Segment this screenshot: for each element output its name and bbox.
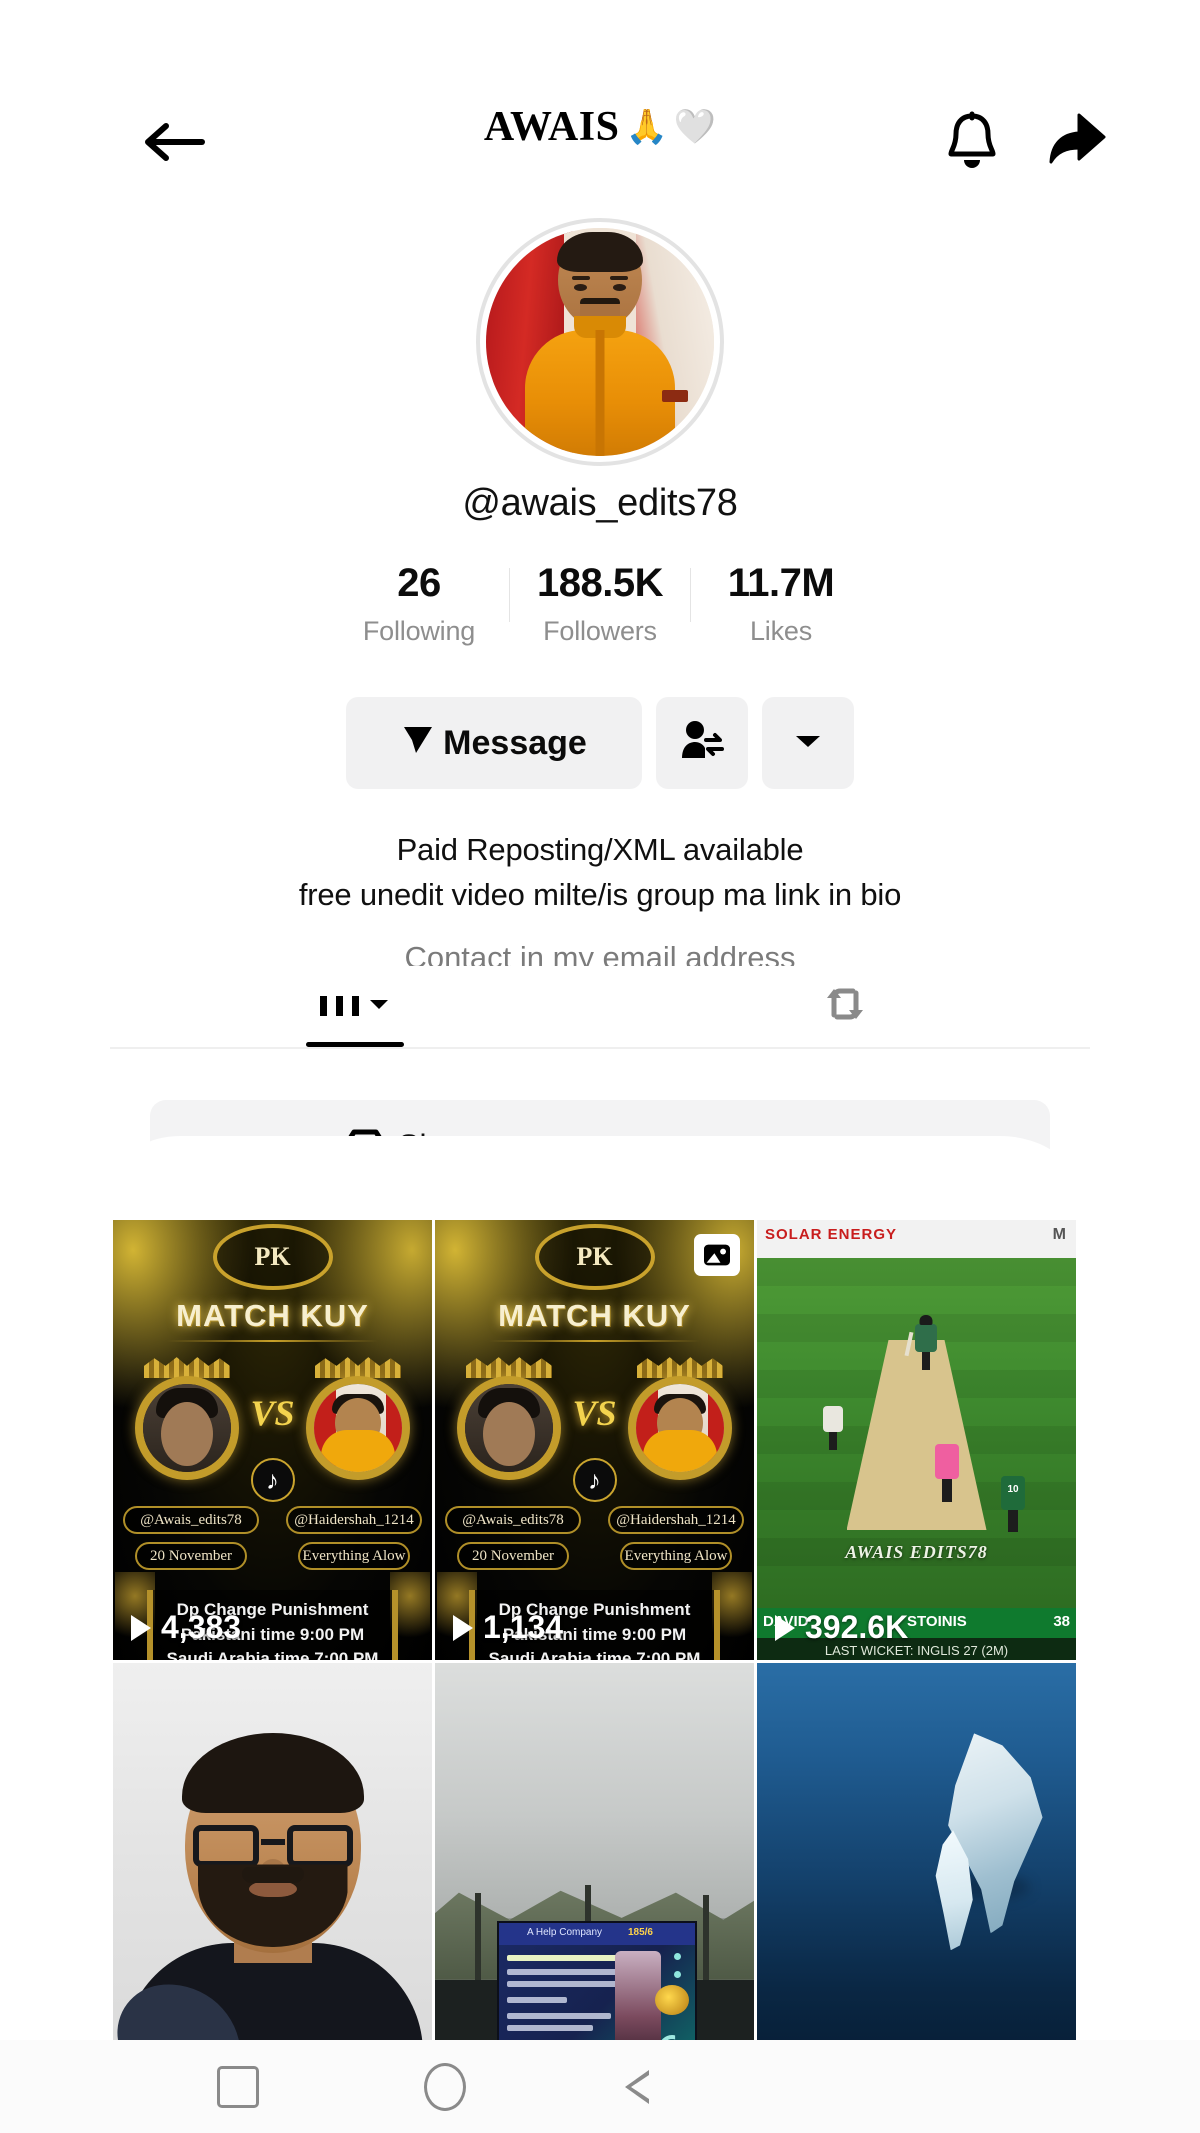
avatar[interactable] [476,218,724,466]
stat-value: 188.5K [537,561,663,605]
poster-crest: PK [534,1224,655,1290]
bio-line-3-clipped: Contact in my email address [0,940,1200,966]
scoreboard-title: A Help Company [527,1927,603,1938]
video-thumbnail[interactable]: PK MATCH KUY VS ♪ @Awais_edits78 @Haider… [435,1220,754,1660]
tiktok-note-icon: ♪ [250,1458,295,1502]
grid-icon [320,996,359,1016]
recents-square-icon[interactable] [217,2065,259,2108]
tab-reposts[interactable] [600,965,1090,1047]
poster-vs: VS [572,1393,617,1433]
poster-title: MATCH KUY [498,1298,691,1333]
repost-loop-icon [822,981,868,1032]
page-title: AWAIS 🙏 🤍 [0,106,1200,148]
profile-tabs [110,965,1090,1047]
poster-right-note: Everything Alow [298,1542,410,1570]
profile-actions: Message [0,697,1200,789]
scoreboard-score: 185/6 [627,1927,653,1938]
score-right: 38 [1053,1613,1070,1630]
tiktok-profile-screen: AWAIS 🙏 🤍 @awais_edits78 26 Following 18… [0,0,1200,2133]
video-thumbnail[interactable] [113,1663,432,2103]
poster-right-user: @Haidershah_1214 [608,1506,744,1534]
stat-likes[interactable]: 11.7M Likes [691,560,871,647]
stat-label: Following [362,616,476,646]
play-icon [131,1614,151,1641]
video-thumbnail[interactable]: SOLAR ENERGY M 10 AWAIS EDITS78 DAVID ST… [757,1220,1076,1660]
bio-line-3: Contact in my email address [404,940,796,966]
brand-name: AWAIS [483,104,620,150]
android-navigation-bar [0,2040,1200,2133]
message-button-label: Message [443,723,587,762]
profile-bio[interactable]: Paid Reposting/XML available free unedit… [0,828,1200,918]
video-watermark: AWAIS EDITS78 [845,1542,988,1562]
back-triangle-inner [631,2074,649,2099]
broadcast-logo-label: M [1052,1226,1066,1243]
poster-info-line: Saudi Arabia time 7:00 PM [166,1649,379,1660]
stat-value: 11.7M [727,561,835,605]
profile-stats: 26 Following 188.5K Followers 11.7M Like… [0,560,1200,647]
tab-videos[interactable] [110,965,600,1047]
view-count: 1,134 [453,1609,563,1646]
username: @awais_edits78 [462,482,738,524]
poster-title: MATCH KUY [176,1298,369,1333]
view-count-value: 392.6K [805,1609,909,1645]
view-count-value: 1,134 [483,1609,564,1645]
poster-right-note: Everything Alow [620,1542,732,1570]
video-thumbnail[interactable] [757,1663,1076,2103]
poster-vs: VS [250,1393,295,1433]
bell-icon[interactable] [944,110,1000,170]
home-circle-icon[interactable] [424,2062,466,2111]
view-count: 4,383 [131,1609,241,1646]
poster-crest: PK [212,1224,333,1290]
video-thumbnail[interactable]: A Help Company 185/6 [435,1663,754,2103]
score-mid: STOINIS [907,1613,967,1630]
play-icon [453,1614,473,1641]
poster-left-date: 20 November [135,1542,247,1570]
bio-line-1: Paid Reposting/XML available [396,832,804,867]
find-friends-button[interactable] [656,697,748,789]
poster-left-user: @Awais_edits78 [123,1506,259,1534]
more-options-button[interactable] [762,697,854,789]
chevron-down-icon [793,731,823,756]
pray-hands-icon: 🙏 [625,108,668,146]
poster-info-line: Saudi Arabia time 7:00 PM [488,1649,701,1660]
video-grid: PK MATCH KUY VS ♪ @Awais_edits78 @Haider… [113,1220,1088,2103]
tiktok-note-icon: ♪ [572,1458,617,1502]
send-icon [401,722,435,765]
share-arrow-icon[interactable] [1046,110,1108,168]
poster-left-user: @Awais_edits78 [445,1506,581,1534]
stat-following[interactable]: 26 Following [329,560,509,647]
user-swap-icon [679,718,725,769]
tabs-divider [110,1047,1090,1049]
view-count-value: 4,383 [161,1609,242,1645]
app-bar: AWAIS 🙏 🤍 [0,0,1200,200]
video-thumbnail[interactable]: PK MATCH KUY VS ♪ @Awais_edits78 @Haider… [113,1220,432,1660]
poster-right-user: @Haidershah_1214 [286,1506,422,1534]
image-carousel-icon [694,1234,740,1276]
message-button[interactable]: Message [346,697,642,789]
bio-line-2: free unedit video milte/is group ma link… [298,876,902,912]
poster-left-date: 20 November [457,1542,569,1570]
stat-followers[interactable]: 188.5K Followers [510,560,690,647]
stat-value: 26 [397,561,441,605]
broadcast-sponsor-label: SOLAR ENERGY [765,1226,898,1243]
white-heart-icon: 🤍 [673,108,717,146]
play-icon [775,1614,795,1641]
stat-label: Followers [543,616,657,646]
view-count: 392.6K [775,1609,908,1646]
chevron-down-icon [368,997,390,1016]
stat-label: Likes [749,616,813,646]
